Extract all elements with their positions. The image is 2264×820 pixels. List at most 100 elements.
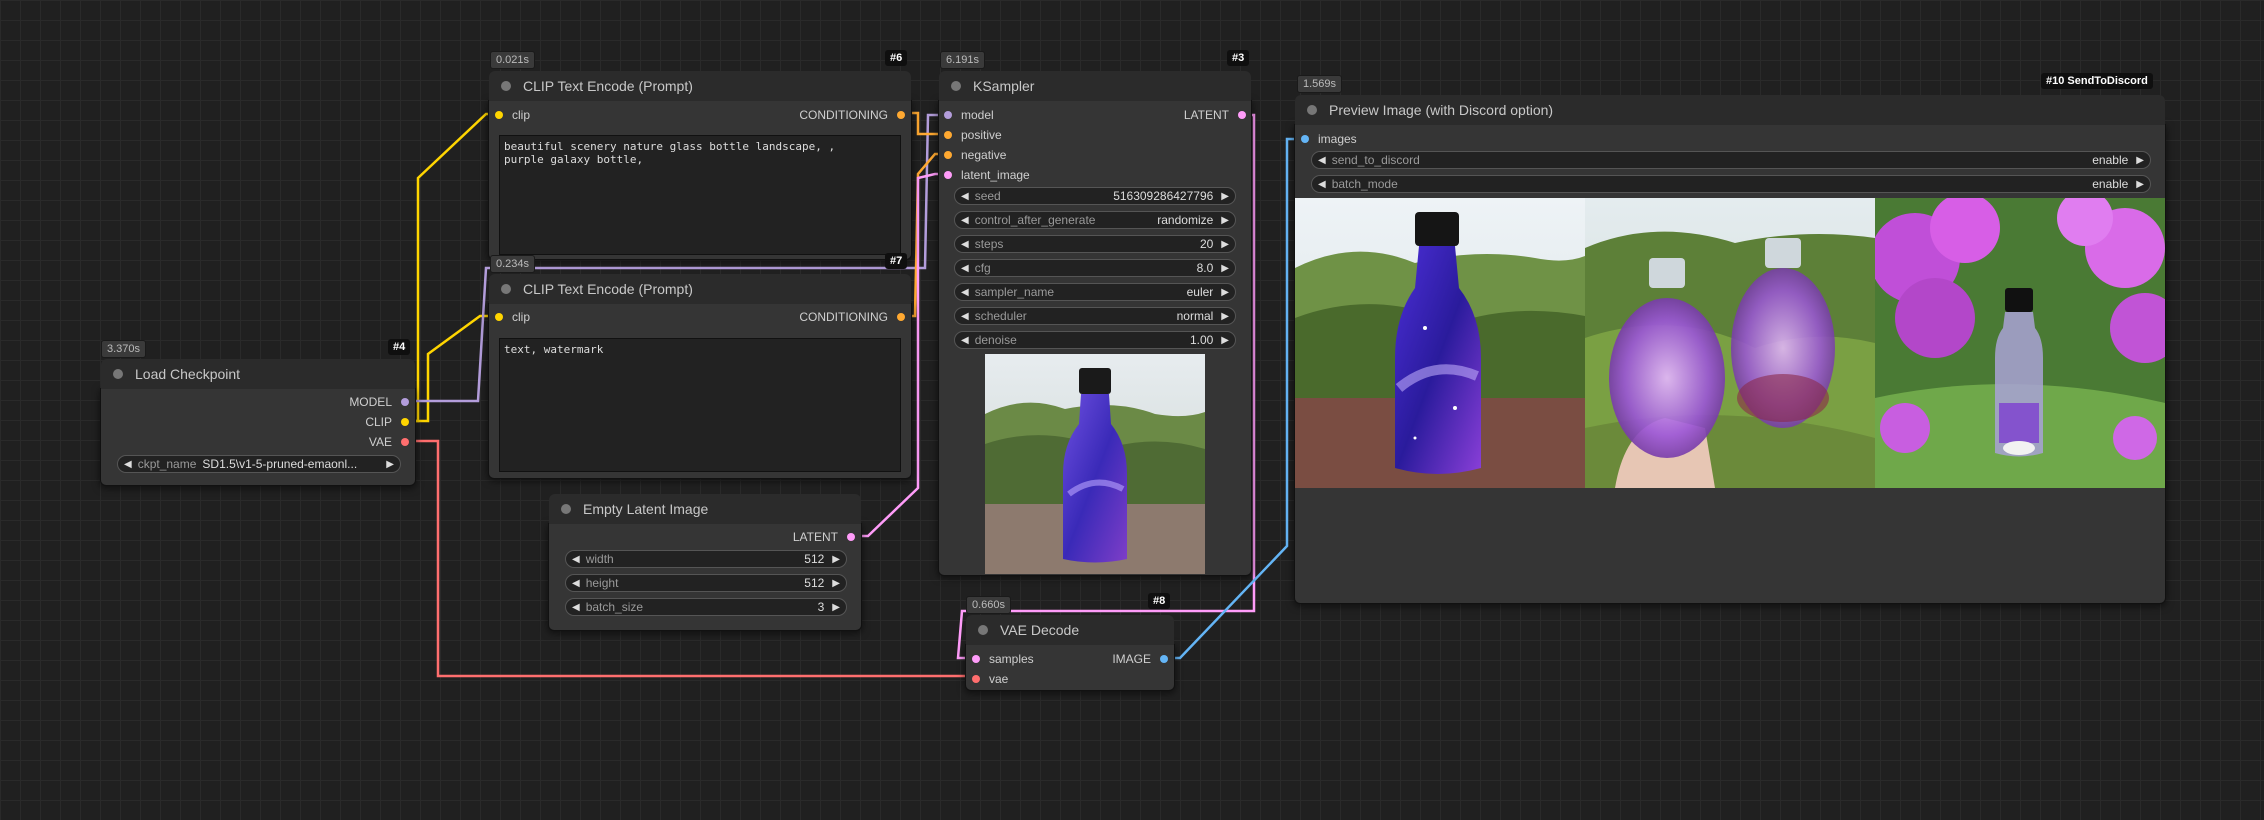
increment-arrow-icon[interactable]: ▶ (832, 554, 840, 565)
decrement-arrow-icon[interactable]: ◀ (961, 287, 969, 298)
increment-arrow-icon[interactable]: ▶ (1221, 191, 1229, 202)
right-arrow-icon[interactable]: ▶ (2136, 179, 2144, 190)
collapse-dot-icon[interactable] (561, 504, 571, 514)
slot-dot-icon[interactable] (495, 313, 503, 321)
right-arrow-icon[interactable]: ▶ (386, 459, 394, 470)
decrement-arrow-icon[interactable]: ◀ (961, 191, 969, 202)
slot-dot-icon[interactable] (495, 111, 503, 119)
slot-dot-icon[interactable] (897, 313, 905, 321)
input-slot-vae[interactable]: vae (972, 671, 1008, 687)
output-slot-model[interactable]: MODEL (349, 394, 409, 410)
decrement-arrow-icon[interactable]: ◀ (961, 335, 969, 346)
increment-arrow-icon[interactable]: ▶ (1221, 263, 1229, 274)
left-arrow-icon[interactable]: ◀ (1318, 179, 1326, 190)
increment-arrow-icon[interactable]: ▶ (832, 602, 840, 613)
denoise-widget[interactable]: ◀ denoise 1.00 ▶ (954, 331, 1236, 349)
left-arrow-icon[interactable]: ◀ (1318, 155, 1326, 166)
output-slot-clip[interactable]: CLIP (365, 414, 409, 430)
node-title-bar[interactable]: Load Checkpoint (101, 359, 415, 389)
batch-size-number-widget[interactable]: ◀ batch_size 3 ▶ (565, 598, 847, 616)
output-slot-conditioning[interactable]: CONDITIONING (799, 309, 905, 325)
collapse-dot-icon[interactable] (1307, 105, 1317, 115)
vae-decode-node[interactable]: VAE Decode samples vae IMAGE (965, 615, 1175, 691)
ksampler-node[interactable]: KSampler model positive negative latent_… (938, 71, 1252, 576)
input-slot-positive[interactable]: positive (944, 127, 1002, 143)
input-slot-negative[interactable]: negative (944, 147, 1006, 163)
load-checkpoint-node[interactable]: Load Checkpoint MODEL CLIP VAE ◀ ckpt_na… (100, 359, 416, 486)
output-slot-conditioning[interactable]: CONDITIONING (799, 107, 905, 123)
prompt-textarea[interactable]: text, watermark (499, 338, 901, 472)
prompt-textarea[interactable]: beautiful scenery nature glass bottle la… (499, 135, 901, 255)
slot-dot-icon[interactable] (944, 151, 952, 159)
batch-mode-toggle[interactable]: ◀ batch_mode enable ▶ (1311, 175, 2151, 193)
output-image-2[interactable] (1585, 198, 1875, 488)
input-slot-clip[interactable]: clip (495, 107, 530, 123)
decrement-arrow-icon[interactable]: ◀ (572, 578, 580, 589)
collapse-dot-icon[interactable] (113, 369, 123, 379)
width-number-widget[interactable]: ◀ width 512 ▶ (565, 550, 847, 568)
input-slot-latent-image[interactable]: latent_image (944, 167, 1030, 183)
collapse-dot-icon[interactable] (978, 625, 988, 635)
empty-latent-image-node[interactable]: Empty Latent Image LATENT ◀ width 512 ▶ ◀ he… (548, 494, 862, 631)
decrement-arrow-icon[interactable]: ◀ (961, 263, 969, 274)
node-title-bar[interactable]: CLIP Text Encode (Prompt) (489, 274, 911, 304)
decrement-arrow-icon[interactable]: ◀ (961, 239, 969, 250)
clip-text-encode-positive-node[interactable]: CLIP Text Encode (Prompt) clip CONDITION… (488, 71, 912, 260)
increment-arrow-icon[interactable]: ▶ (1221, 335, 1229, 346)
collapse-dot-icon[interactable] (501, 81, 511, 91)
slot-dot-icon[interactable] (972, 655, 980, 663)
node-title-bar[interactable]: Empty Latent Image (549, 494, 861, 524)
output-slot-image[interactable]: IMAGE (1112, 651, 1168, 667)
decrement-arrow-icon[interactable]: ◀ (572, 554, 580, 565)
slot-dot-icon[interactable] (944, 171, 952, 179)
slot-dot-icon[interactable] (401, 398, 409, 406)
slot-dot-icon[interactable] (944, 131, 952, 139)
node-title-bar[interactable]: Preview Image (with Discord option) (1295, 95, 2165, 125)
decrement-arrow-icon[interactable]: ◀ (961, 215, 969, 226)
control-after-generate-widget[interactable]: ◀ control_after_generate randomize ▶ (954, 211, 1236, 229)
collapse-dot-icon[interactable] (951, 81, 961, 91)
slot-dot-icon[interactable] (401, 438, 409, 446)
node-title-bar[interactable]: KSampler (939, 71, 1251, 101)
output-image-1[interactable] (1295, 198, 1585, 488)
send-to-discord-toggle[interactable]: ◀ send_to_discord enable ▶ (1311, 151, 2151, 169)
output-slot-vae[interactable]: VAE (369, 434, 409, 450)
scheduler-widget[interactable]: ◀ scheduler normal ▶ (954, 307, 1236, 325)
output-image-3[interactable] (1875, 198, 2165, 488)
increment-arrow-icon[interactable]: ▶ (832, 578, 840, 589)
collapse-dot-icon[interactable] (501, 284, 511, 294)
slot-dot-icon[interactable] (847, 533, 855, 541)
sampler-name-widget[interactable]: ◀ sampler_name euler ▶ (954, 283, 1236, 301)
clip-text-encode-negative-node[interactable]: CLIP Text Encode (Prompt) clip CONDITION… (488, 274, 912, 479)
decrement-arrow-icon[interactable]: ◀ (961, 311, 969, 322)
height-number-widget[interactable]: ◀ height 512 ▶ (565, 574, 847, 592)
increment-arrow-icon[interactable]: ▶ (1221, 215, 1229, 226)
increment-arrow-icon[interactable]: ▶ (1221, 311, 1229, 322)
slot-label: LATENT (792, 530, 838, 544)
decrement-arrow-icon[interactable]: ◀ (572, 602, 580, 613)
slot-dot-icon[interactable] (944, 111, 952, 119)
preview-image-node[interactable]: Preview Image (with Discord option) imag… (1294, 95, 2166, 604)
cfg-widget[interactable]: ◀ cfg 8.0 ▶ (954, 259, 1236, 277)
output-slot-latent[interactable]: LATENT (793, 529, 855, 545)
slot-dot-icon[interactable] (897, 111, 905, 119)
left-arrow-icon[interactable]: ◀ (124, 459, 132, 470)
increment-arrow-icon[interactable]: ▶ (1221, 287, 1229, 298)
node-title-bar[interactable]: VAE Decode (966, 615, 1174, 645)
increment-arrow-icon[interactable]: ▶ (1221, 239, 1229, 250)
slot-dot-icon[interactable] (1301, 135, 1309, 143)
node-title-bar[interactable]: CLIP Text Encode (Prompt) (489, 71, 911, 101)
slot-dot-icon[interactable] (401, 418, 409, 426)
input-slot-model[interactable]: model (944, 107, 994, 123)
ckpt-name-combo[interactable]: ◀ ckpt_name SD1.5\v1-5-pruned-emaonl... … (117, 455, 401, 473)
slot-dot-icon[interactable] (972, 675, 980, 683)
slot-dot-icon[interactable] (1160, 655, 1168, 663)
steps-widget[interactable]: ◀ steps 20 ▶ (954, 235, 1236, 253)
slot-dot-icon[interactable] (1238, 111, 1246, 119)
right-arrow-icon[interactable]: ▶ (2136, 155, 2144, 166)
seed-widget[interactable]: ◀ seed 516309286427796 ▶ (954, 187, 1236, 205)
input-slot-images[interactable]: images (1301, 131, 1357, 147)
input-slot-samples[interactable]: samples (972, 651, 1034, 667)
output-slot-latent[interactable]: LATENT (1184, 107, 1246, 123)
input-slot-clip[interactable]: clip (495, 309, 530, 325)
